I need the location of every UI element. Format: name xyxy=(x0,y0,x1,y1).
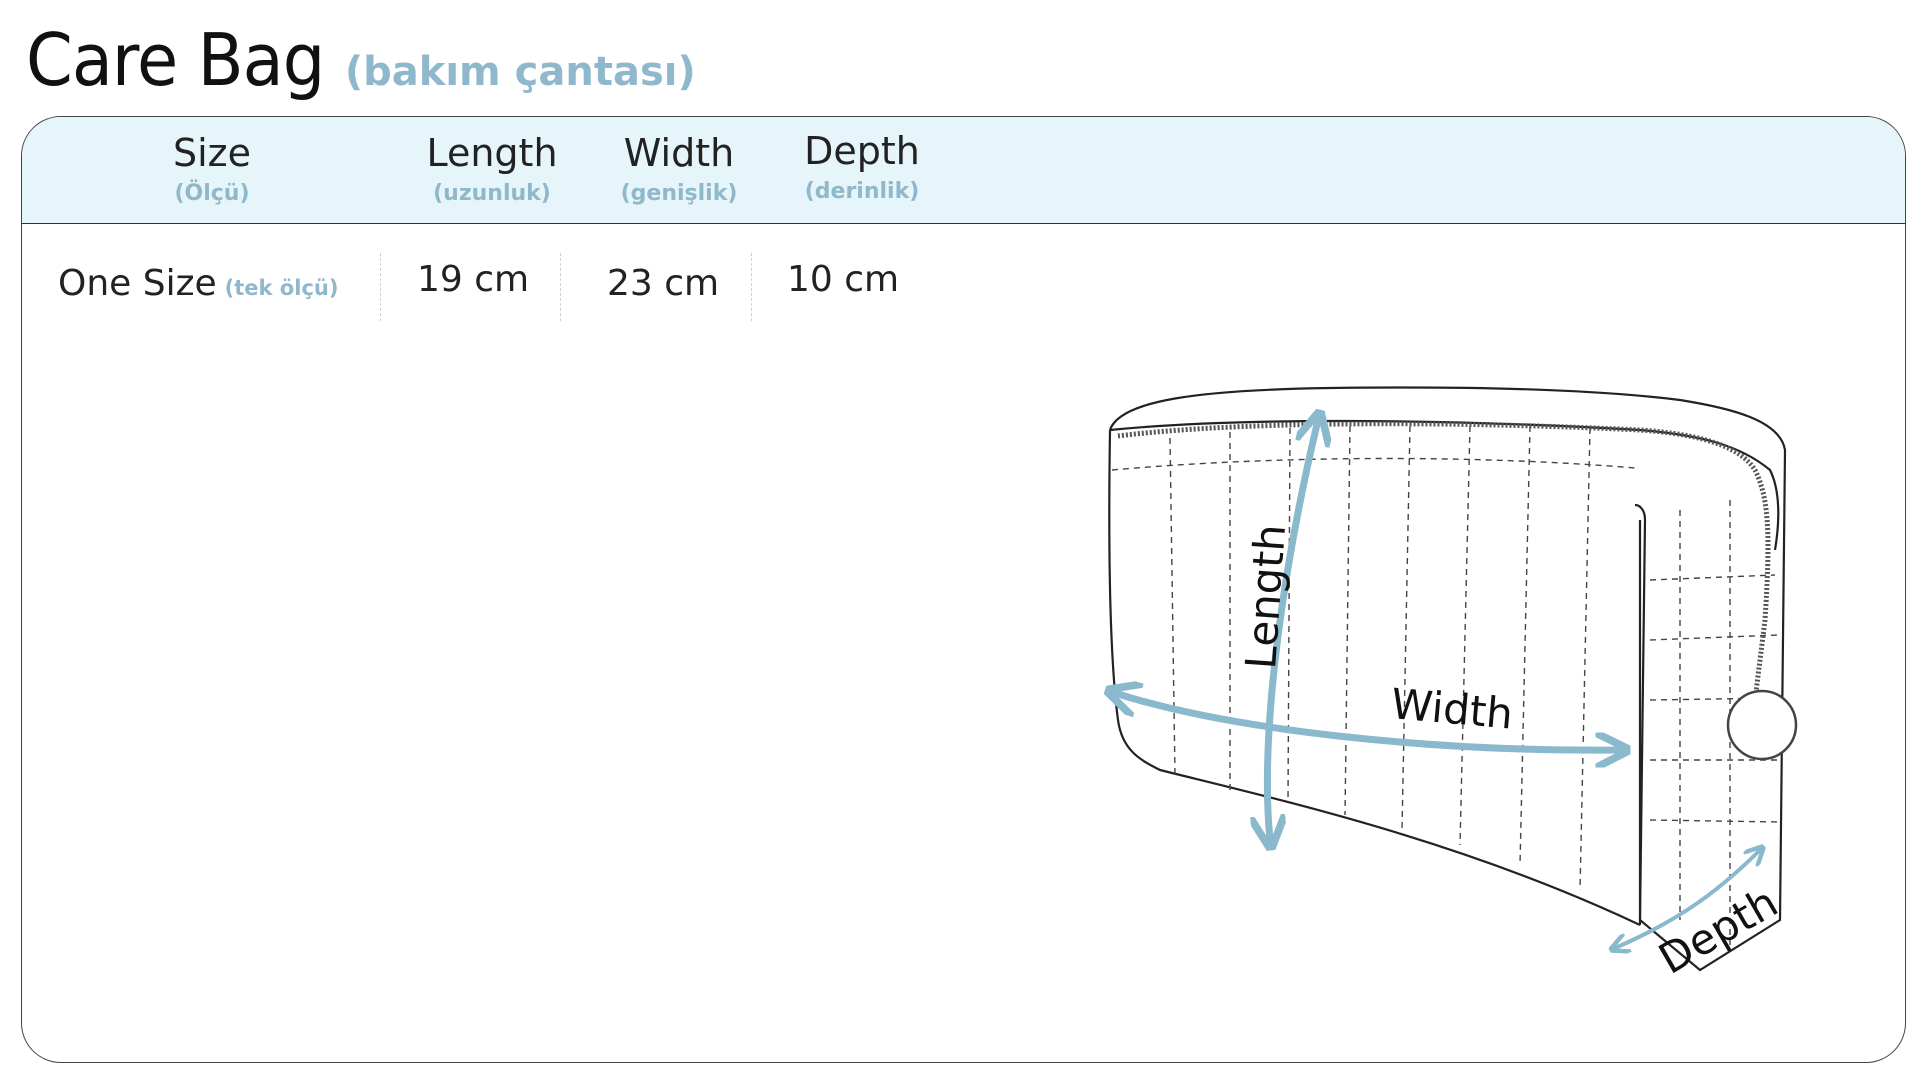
width-label: Width xyxy=(1389,679,1515,738)
cell-length: 19 cm xyxy=(417,259,530,300)
table-header: Size (Ölçü) Length (uzunluk) Width (geni… xyxy=(22,117,1905,224)
cell-size-value: One Size xyxy=(58,263,217,304)
header-length-sub: (uzunluk) xyxy=(433,181,551,206)
header-depth-label: Depth xyxy=(804,129,920,173)
table-row: One Size (tek ölçü) 19 cm 23 cm 10 cm xyxy=(22,229,1905,335)
cell-size: One Size (tek ölçü) xyxy=(58,263,338,304)
bag-outline xyxy=(1108,386,1787,972)
header-size-label: Size xyxy=(172,131,251,175)
header-length: Length (uzunluk) xyxy=(402,131,582,206)
header-size-sub: (Ölçü) xyxy=(174,181,250,206)
title-subtitle: (bakım çantası) xyxy=(344,49,696,95)
depth-label: Depth xyxy=(1651,877,1786,983)
header-length-label: Length xyxy=(426,131,558,175)
column-divider xyxy=(380,253,381,321)
column-divider xyxy=(751,253,752,321)
cell-width: 23 cm xyxy=(607,263,720,304)
width-arrow xyxy=(1115,693,1620,750)
header-size: Size (Ölçü) xyxy=(132,131,292,206)
bag-illustration: Length Width Depth xyxy=(1080,386,1798,984)
length-label: Length xyxy=(1236,523,1295,671)
header-depth: Depth (derinlik) xyxy=(772,129,952,204)
header-width-label: Width xyxy=(623,131,735,175)
zipper-pull-ring xyxy=(1726,689,1798,761)
header-width: Width (genişlik) xyxy=(589,131,769,206)
zipper xyxy=(1117,421,1771,701)
cell-depth: 10 cm xyxy=(787,259,900,300)
header-width-sub: (genişlik) xyxy=(620,181,738,206)
bag-dimension-diagram: Length Width Depth xyxy=(1080,360,1840,1000)
header-depth-sub: (derinlik) xyxy=(804,179,920,204)
column-divider xyxy=(560,253,561,321)
title-main: Care Bag xyxy=(26,18,325,102)
cell-size-sub: (tek ölçü) xyxy=(224,276,339,300)
page-title: Care Bag (bakım çantası) xyxy=(26,18,696,102)
